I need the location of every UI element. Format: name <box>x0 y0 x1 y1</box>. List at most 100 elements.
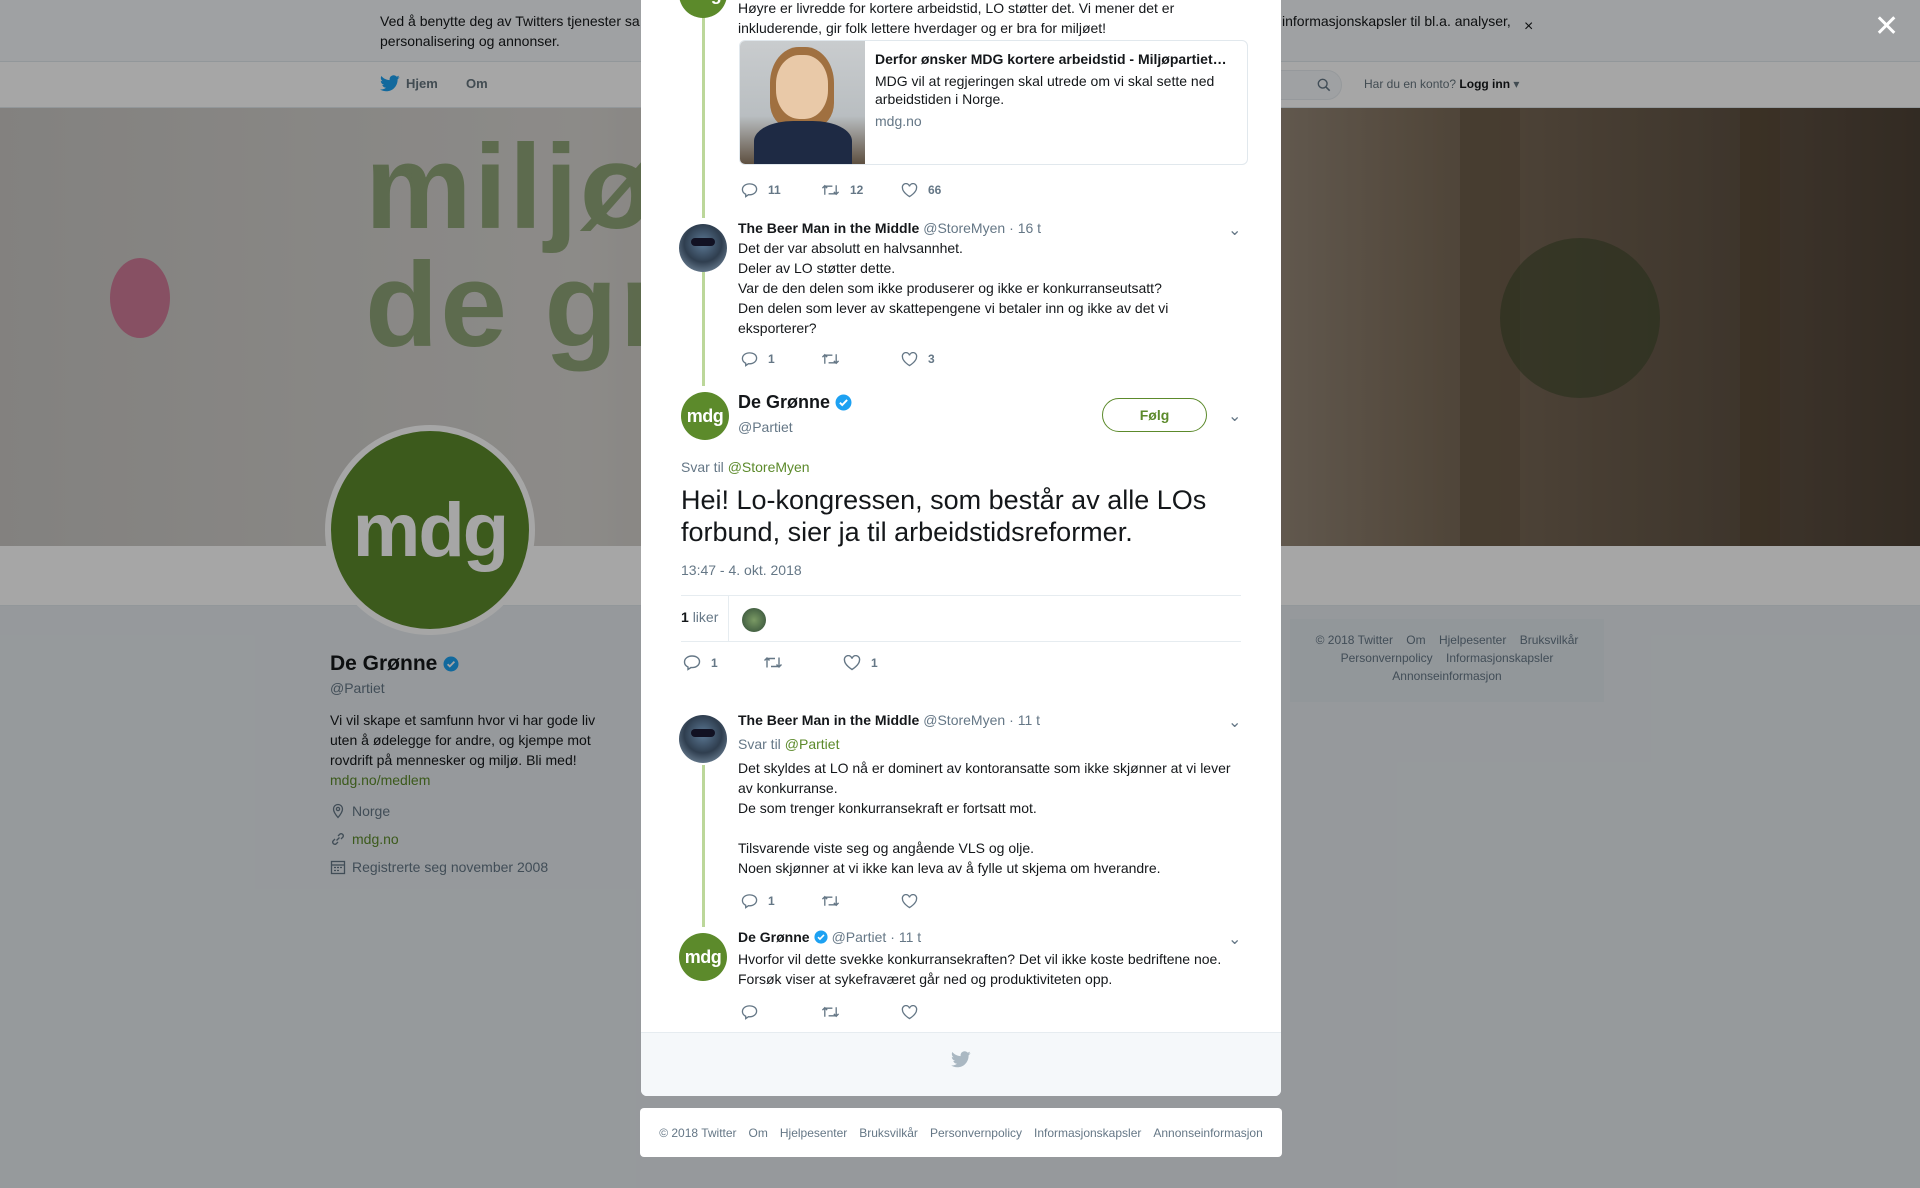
retweet-icon <box>821 1006 840 1018</box>
tweet-author-name[interactable]: De Grønne <box>738 929 810 945</box>
twitter-bird-icon <box>951 1051 971 1068</box>
thread-line <box>702 0 705 218</box>
liker-avatar[interactable] <box>742 608 766 632</box>
like-button[interactable] <box>901 893 981 909</box>
stats-divider <box>728 596 729 642</box>
reply-to-context: Svar til @Partiet <box>738 736 839 752</box>
retweet-button[interactable] <box>763 655 843 670</box>
tweet-author-name[interactable]: The Beer Man in the Middle <box>738 220 919 236</box>
footer-link[interactable]: © 2018 Twitter <box>659 1126 736 1140</box>
main-tweet-avatar[interactable]: mdg <box>681 392 729 440</box>
likes-stat-count: 1 <box>681 609 689 625</box>
tweet-actions: 1 3 <box>741 351 981 367</box>
like-icon <box>901 182 918 197</box>
chevron-down-icon[interactable]: ⌄ <box>1228 406 1241 426</box>
like-count: 1 <box>871 655 878 670</box>
like-button[interactable]: 1 <box>843 654 923 671</box>
chevron-down-icon[interactable]: ⌄ <box>1228 712 1241 732</box>
like-count: 66 <box>928 183 942 197</box>
tweet-avatar[interactable] <box>679 715 727 763</box>
tweet-text: Det der var absolutt en halvsannhet. Del… <box>738 240 1169 336</box>
footer-link[interactable]: Personvernpolicy <box>930 1126 1022 1140</box>
card-description: MDG vil at regjeringen skal utrede om vi… <box>875 73 1215 107</box>
reply-icon <box>683 655 701 671</box>
card-domain: mdg.no <box>875 113 922 129</box>
retweet-button[interactable]: 12 <box>821 183 901 197</box>
reply-icon <box>741 183 758 198</box>
tweet-time[interactable]: · 11 t <box>1009 712 1040 728</box>
tweet-time[interactable]: · 11 t <box>890 929 921 945</box>
like-icon <box>843 654 861 670</box>
chevron-down-icon[interactable]: ⌄ <box>1228 220 1241 240</box>
tweet-avatar[interactable]: mdg <box>679 0 727 18</box>
reply-to-prefix: Svar til <box>681 459 724 475</box>
reply-button[interactable]: 1 <box>741 351 821 367</box>
reply-to-link[interactable]: @Partiet <box>785 736 840 752</box>
main-tweet-text: Hei! Lo-kongressen, som består av alle L… <box>681 485 1207 547</box>
verified-badge-icon <box>814 930 828 944</box>
tweet-actions: 1 <box>741 893 981 909</box>
tweet-author-handle[interactable]: @StoreMyen <box>923 712 1005 728</box>
retweet-count: 12 <box>850 183 864 197</box>
tweet-author-handle[interactable]: @StoreMyen <box>923 220 1005 236</box>
tweet-avatar[interactable]: mdg <box>679 933 727 981</box>
close-icon[interactable]: ✕ <box>1874 12 1899 42</box>
reply-to-context: Svar til @StoreMyen <box>681 459 810 475</box>
tweet-header: The Beer Man in the Middle @StoreMyen · … <box>738 712 1040 728</box>
likes-stat[interactable]: 1 liker <box>681 609 718 625</box>
like-button[interactable] <box>901 1004 981 1020</box>
tweet-author-handle[interactable]: @Partiet <box>832 929 887 945</box>
tweet-stats: 1 liker <box>681 595 1241 642</box>
follow-button[interactable]: Følg <box>1102 398 1207 432</box>
retweet-button[interactable] <box>821 352 901 366</box>
reply-icon <box>741 1005 758 1020</box>
tweet-avatar[interactable] <box>679 224 727 272</box>
retweet-icon <box>821 353 840 365</box>
chevron-down-icon[interactable]: ⌄ <box>1228 929 1241 949</box>
like-button[interactable]: 3 <box>901 351 981 367</box>
footer-link[interactable]: Hjelpesenter <box>780 1126 847 1140</box>
card-image-face <box>776 55 828 119</box>
reply-button[interactable]: 11 <box>741 182 821 198</box>
like-button[interactable]: 66 <box>901 182 981 198</box>
main-tweet-author[interactable]: De Grønne <box>738 392 852 413</box>
like-icon <box>901 1004 918 1019</box>
tweet-author-name[interactable]: The Beer Man in the Middle <box>738 712 919 728</box>
footer-link[interactable]: Annonseinformasjon <box>1153 1126 1262 1140</box>
thread-line <box>702 765 705 927</box>
reply-count: 11 <box>768 183 781 197</box>
retweet-button[interactable] <box>821 894 901 908</box>
reply-button[interactable] <box>741 1004 821 1020</box>
main-tweet-author-name: De Grønne <box>738 392 831 412</box>
reply-count: 1 <box>768 894 775 908</box>
tweet-time[interactable]: · 16 t <box>1009 220 1041 236</box>
tweet-text: Høyre er livredde for kortere arbeidstid… <box>738 0 1175 36</box>
main-tweet-actions: 1 1 <box>683 654 923 671</box>
footer-link[interactable]: Om <box>749 1126 768 1140</box>
retweet-button[interactable] <box>821 1005 901 1019</box>
main-tweet-timestamp[interactable]: 13:47 - 4. okt. 2018 <box>681 562 802 578</box>
reply-button[interactable]: 1 <box>741 893 821 909</box>
main-tweet-handle[interactable]: @Partiet <box>738 419 793 435</box>
retweet-icon <box>821 184 840 196</box>
reply-count: 1 <box>711 655 718 670</box>
link-card[interactable]: Derfor ønsker MDG kortere arbeidstid - M… <box>739 40 1248 165</box>
tweet-text: Hvorfor vil dette svekke konkurransekraf… <box>738 951 1222 987</box>
card-image-body <box>754 121 852 164</box>
reply-button[interactable]: 1 <box>683 654 763 671</box>
reply-to-link[interactable]: @StoreMyen <box>728 459 810 475</box>
tweet-permalink-modal: mdg Høyre er livredde for kortere arbeid… <box>641 0 1281 1096</box>
verified-badge-icon <box>835 394 852 411</box>
tweet-header: The Beer Man in the Middle @StoreMyen · … <box>738 220 1041 236</box>
modal-footer <box>641 1032 1281 1096</box>
footer-link[interactable]: Bruksvilkår <box>859 1126 918 1140</box>
retweet-icon <box>764 657 782 668</box>
likes-stat-label: liker <box>692 609 719 625</box>
footer-link[interactable]: Informasjonskapsler <box>1034 1126 1141 1140</box>
thread-line <box>702 272 705 386</box>
page-footer: © 2018 Twitter Om Hjelpesenter Bruksvilk… <box>640 1108 1282 1157</box>
tweet-text: Det skyldes at LO nå er dominert av kont… <box>738 760 1231 876</box>
retweet-icon <box>821 895 840 907</box>
reply-icon <box>741 894 758 909</box>
like-count: 3 <box>928 352 935 366</box>
